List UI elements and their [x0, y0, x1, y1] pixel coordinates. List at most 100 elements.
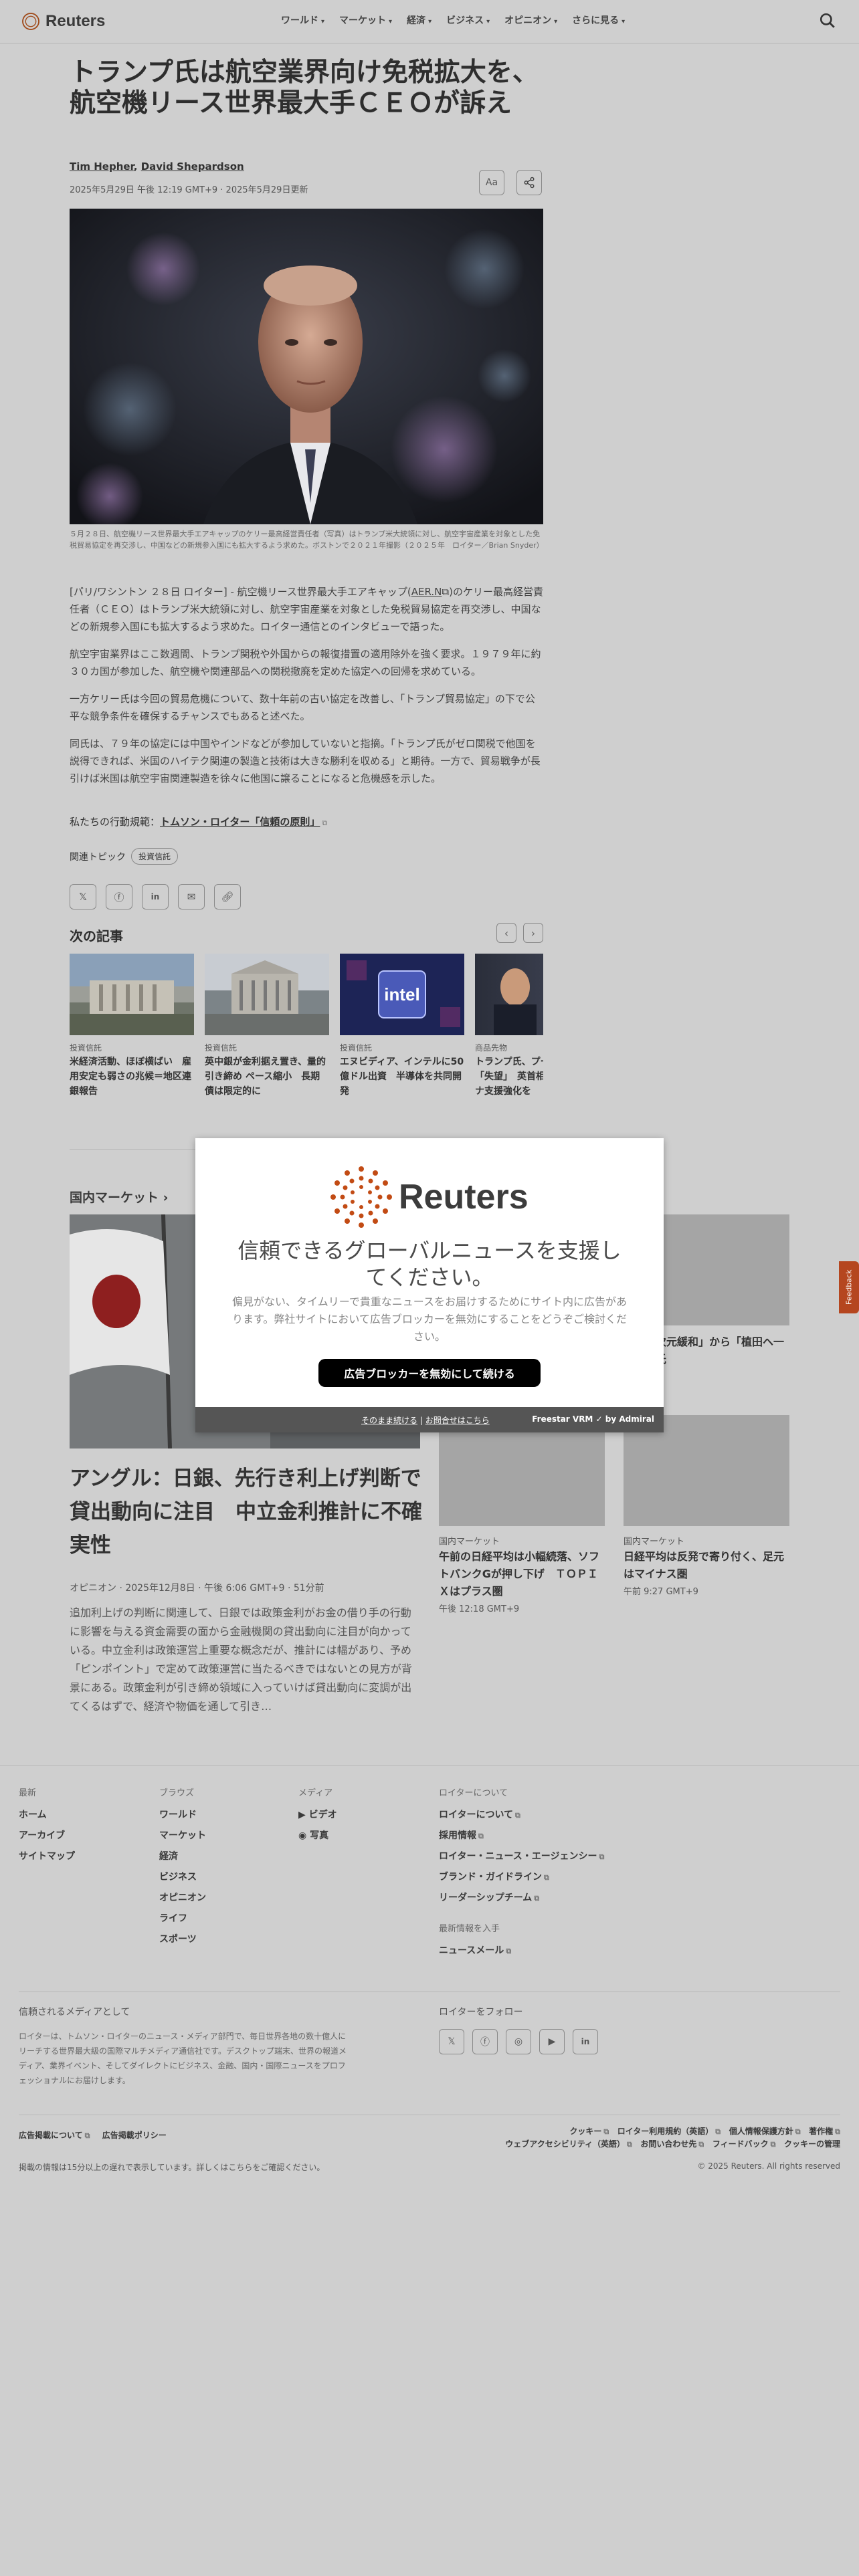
footer-link[interactable]: リーダーシップチーム ⧉: [439, 1891, 604, 1904]
link-icon: 🔗︎: [221, 891, 234, 903]
reuters-logo-icon: [20, 11, 41, 32]
card-title: エヌビディア、インテルに50億ドル出資 半導体を共同開発: [340, 1057, 464, 1097]
footer-link[interactable]: ブランド・ガイドライン ⧉: [439, 1870, 604, 1883]
legal-link[interactable]: 個人情報保護方針: [729, 2127, 793, 2136]
author-link[interactable]: David Shepardson: [141, 160, 244, 173]
logo-text: Reuters: [45, 12, 106, 30]
footer-link[interactable]: ロイターについて ⧉: [439, 1808, 604, 1821]
person-image: [494, 968, 537, 1035]
footer-link-video[interactable]: ▶︎ ビデオ: [298, 1808, 337, 1821]
follow-instagram-button[interactable]: ◎: [506, 2029, 531, 2054]
youtube-icon: ▶︎: [548, 2036, 556, 2047]
font-size-label: Aa: [485, 177, 498, 188]
nav-label: マーケット: [339, 15, 387, 26]
legal-row: ウェブアクセシビリティ（英語） ⧉ お問い合わせ先 ⧉ フィードバック ⧉ クッキーの…: [505, 2138, 840, 2151]
share-x-button[interactable]: 𝕏: [70, 884, 96, 909]
next-article-card[interactable]: 投資信託 米経済活動、ほぼ横ばい 雇用安定も弱さの兆候＝地区連銀報告: [70, 954, 194, 1099]
external-link-icon: ⧉: [478, 1832, 484, 1840]
feedback-tab[interactable]: Feedback: [839, 1261, 859, 1313]
carousel-next-button[interactable]: ›: [523, 923, 543, 943]
ads-links: 広告掲載について ⧉ 広告掲載ポリシー: [19, 2129, 167, 2141]
follow-facebook-button[interactable]: ⓕ: [472, 2029, 498, 2054]
footer-link[interactable]: ライフ: [159, 1911, 206, 1925]
trust-link[interactable]: トムソン・ロイター「信頼の原則」: [160, 816, 320, 828]
footer-link[interactable]: ニュースメール ⧉: [439, 1943, 604, 1957]
next-article-card[interactable]: intel 投資信託 エヌビディア、インテルに50億ドル出資 半導体を共同開発: [340, 954, 464, 1099]
footer-link[interactable]: マーケット: [159, 1828, 206, 1842]
nav-item-business[interactable]: ビジネス ▾: [446, 13, 490, 27]
follow-x-button[interactable]: 𝕏: [439, 2029, 464, 2054]
article-date: 2025年5月29日 午後 12:19 GMT+9 · 2025年5月29日更新: [70, 185, 308, 195]
legal-link[interactable]: クッキー: [569, 2127, 601, 2136]
trust-label: 私たちの行動規範：: [70, 816, 161, 828]
adblock-modal: Reuters 信頼できるグローバルニュースを支援してください。 偏見がない、タ…: [195, 1138, 664, 1432]
copy-link-button[interactable]: 🔗︎: [214, 884, 241, 909]
footer-heading: ブラウズ: [159, 1788, 195, 1798]
delay-note[interactable]: 掲載の情報は15分以上の遅れで表示しています。詳しくはこちらをご確認ください。: [19, 2161, 324, 2173]
external-link-icon: ⧉: [599, 1852, 605, 1861]
continue-link[interactable]: そのまま続ける: [361, 1416, 417, 1425]
lead-story-meta: オピニオン · 2025年12月8日 · 午後 6:06 GMT+9 · 51分…: [70, 1583, 324, 1594]
font-size-button[interactable]: Aa: [479, 170, 504, 195]
footer-link-photos[interactable]: ◉ 写真: [298, 1828, 337, 1842]
footer-link[interactable]: ビジネス: [159, 1870, 206, 1883]
external-link-icon: ⧉: [534, 1894, 540, 1903]
nav-item-economy[interactable]: 経済 ▾: [407, 13, 432, 27]
card-image: [205, 954, 329, 1035]
related-topics: 関連トピック 投資信託: [70, 848, 179, 865]
market-story-card[interactable]: 国内マーケット 午前の日経平均は小幅続落、ソフトバンクGが押し下げ ＴＯＰＩＸは…: [439, 1415, 605, 1614]
ad-policy-link[interactable]: 広告掲載ポリシー: [102, 2131, 167, 2140]
footer-link[interactable]: サイトマップ: [19, 1849, 75, 1862]
legal-link[interactable]: ウェブアクセシビリティ（英語）: [505, 2139, 625, 2149]
footer-link[interactable]: 経済: [159, 1849, 206, 1862]
disable-adblock-button[interactable]: 広告ブロッカーを無効にして続ける: [318, 1359, 541, 1387]
domestic-markets-heading[interactable]: 国内マーケット ›: [70, 1188, 168, 1206]
card-title: 午前の日経平均は小幅続落、ソフトバンクGが押し下げ ＴＯＰＩＸはプラス圏: [439, 1550, 600, 1598]
footer-link[interactable]: 採用情報 ⧉: [439, 1828, 604, 1842]
legal-link[interactable]: 著作権: [809, 2127, 833, 2136]
footer-link-label: リーダーシップチーム: [439, 1893, 533, 1903]
nav-item-markets[interactable]: マーケット ▾: [339, 13, 392, 27]
nav-item-more[interactable]: さらに見る ▾: [572, 13, 625, 27]
footer-link[interactable]: アーカイブ: [19, 1828, 75, 1842]
share-facebook-button[interactable]: ⓕ: [106, 884, 132, 909]
carousel-prev-button[interactable]: ‹: [496, 923, 516, 943]
nav-item-opinion[interactable]: オピニオン ▾: [504, 13, 557, 27]
share-email-button[interactable]: ✉: [178, 884, 205, 909]
legal-link[interactable]: クッキーの管理: [784, 2139, 840, 2149]
legal-link[interactable]: ロイター利用規約（英語）: [617, 2127, 714, 2136]
footer-link-label: ビデオ: [308, 1810, 337, 1820]
footer-link[interactable]: ワールド: [159, 1808, 206, 1821]
footer-link[interactable]: ホーム: [19, 1808, 75, 1821]
contact-link[interactable]: お問合せはこちら: [425, 1416, 490, 1425]
chevron-right-icon: ›: [531, 926, 536, 940]
next-article-card[interactable]: 投資信託 英中銀が金利据え置き、量的引き締め ペース縮小 長期債は限定的に: [205, 954, 329, 1099]
article-title: トランプ氏は航空業界向け免税拡大を、航空機リース世界最大手ＣＥＯが訴え: [70, 58, 539, 118]
legal-link[interactable]: お問い合わせ先: [640, 2139, 696, 2149]
footer-link[interactable]: オピニオン: [159, 1891, 206, 1904]
lead-story-title[interactable]: アングル：日銀、先行き利上げ判断で貸出動向に注目 中立金利推計に不確実性: [70, 1462, 431, 1562]
footer-heading: メディア: [298, 1788, 333, 1798]
follow-linkedin-button[interactable]: in: [573, 2029, 598, 2054]
search-icon[interactable]: [819, 12, 836, 29]
legal-link[interactable]: フィードバック: [712, 2139, 769, 2149]
advertise-link[interactable]: 広告掲載について: [19, 2131, 83, 2140]
facebook-icon: ⓕ: [114, 891, 124, 903]
ticker-link[interactable]: AER.N: [411, 586, 442, 598]
author-link[interactable]: Tim Hepher: [70, 160, 134, 173]
external-link-icon: ⧉: [84, 2131, 90, 2140]
external-link-icon: ⧉: [603, 2127, 609, 2136]
reuters-logo[interactable]: Reuters: [20, 11, 105, 32]
market-story-card[interactable]: 国内マーケット 日経平均は反発で寄り付く、足元はマイナス圏 午前 9:27 GM…: [624, 1415, 789, 1597]
external-link-icon: ⧉: [515, 1811, 520, 1820]
topic-chip[interactable]: 投資信託: [131, 848, 179, 865]
nav-item-world[interactable]: ワールド ▾: [281, 13, 324, 27]
next-article-card[interactable]: 商品先物 トランプ氏、プーチン氏に「失望」 英首相とウクライナ支援強化を: [475, 954, 543, 1099]
share-button[interactable]: [516, 170, 542, 195]
svg-text:intel: intel: [384, 984, 419, 1004]
footer-link[interactable]: ロイター・ニュース・エージェンシー ⧉: [439, 1849, 604, 1862]
footer-link[interactable]: スポーツ: [159, 1932, 206, 1945]
share-linkedin-button[interactable]: in: [142, 884, 169, 909]
follow-youtube-button[interactable]: ▶︎: [539, 2029, 565, 2054]
intel-chip-image: intel: [340, 954, 464, 1035]
